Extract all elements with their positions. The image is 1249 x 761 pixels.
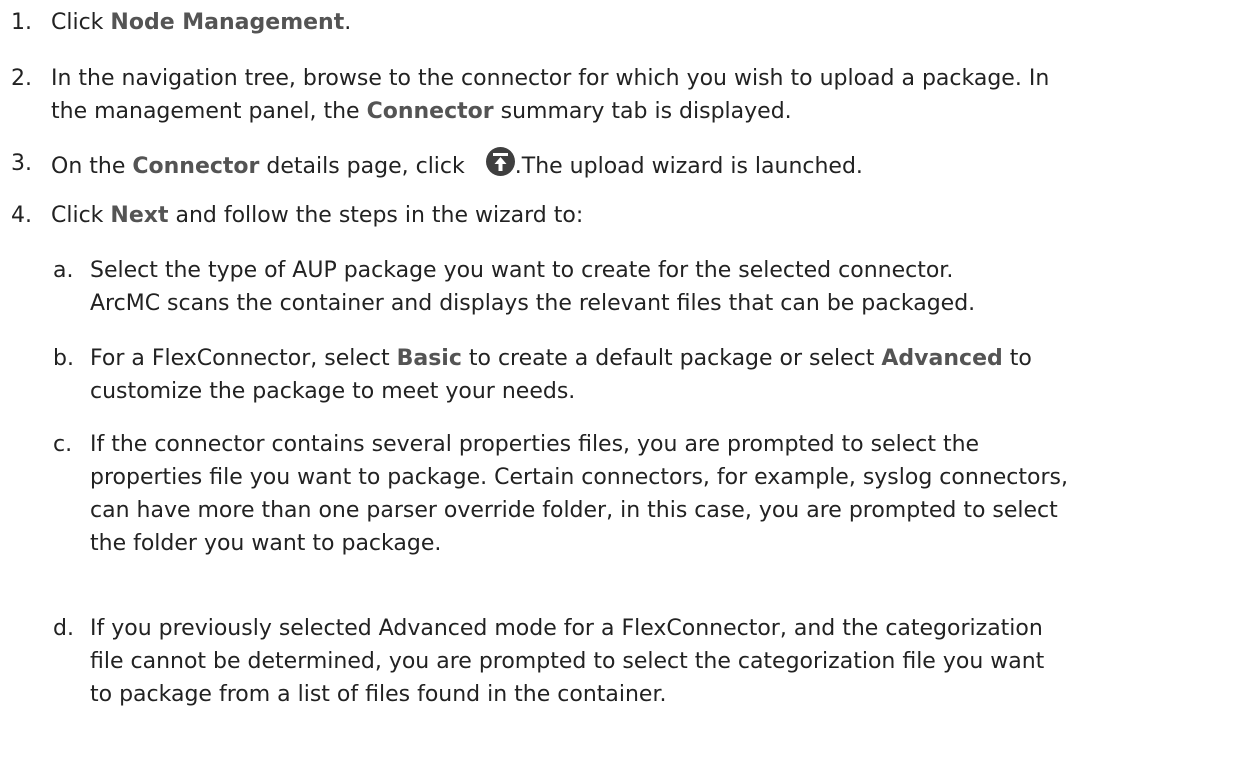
basic-label: Basic — [396, 346, 462, 371]
step-1: 1. Click Node Management. — [0, 6, 351, 39]
substep-text: If the connector contains several proper… — [90, 432, 1068, 556]
step-text: In the navigation tree, browse to the co… — [51, 66, 1050, 124]
step-number: 3. — [11, 151, 32, 176]
step-text: On the Connector details page, click .Th… — [51, 147, 863, 183]
substep-text: Select the type of AUP package you want … — [90, 258, 976, 316]
substep-b: b. For a FlexConnector, select Basic to … — [0, 342, 1032, 408]
advanced-label: Advanced — [881, 346, 1003, 371]
connector-label: Connector — [366, 99, 494, 124]
step-2: 2. In the navigation tree, browse to the… — [0, 62, 1049, 128]
substep-a: a. Select the type of AUP package you wa… — [0, 254, 975, 320]
substep-letter: a. — [53, 258, 74, 283]
step-number: 4. — [11, 203, 32, 228]
upload-icon — [485, 147, 515, 176]
step-number: 1. — [11, 10, 32, 35]
substep-letter: c. — [53, 432, 73, 457]
connector-label: Connector — [132, 154, 260, 179]
step-number: 2. — [11, 66, 32, 91]
substep-letter: b. — [53, 346, 74, 371]
substep-text: If you previously selected Advanced mode… — [90, 616, 1045, 707]
step-text: Click Node Management. — [51, 10, 352, 35]
step-4: 4. Click Next and follow the steps in th… — [0, 199, 583, 232]
substep-text: For a FlexConnector, select Basic to cre… — [90, 346, 1032, 404]
step-text: Click Next and follow the steps in the w… — [51, 203, 584, 228]
substep-letter: d. — [53, 616, 74, 641]
substep-d: d. If you previously selected Advanced m… — [0, 612, 1044, 711]
step-3: 3. On the Connector details page, click … — [0, 147, 863, 183]
next-label: Next — [110, 203, 169, 228]
substep-c: c. If the connector contains several pro… — [0, 428, 1068, 560]
node-management-label: Node Management — [110, 10, 345, 35]
